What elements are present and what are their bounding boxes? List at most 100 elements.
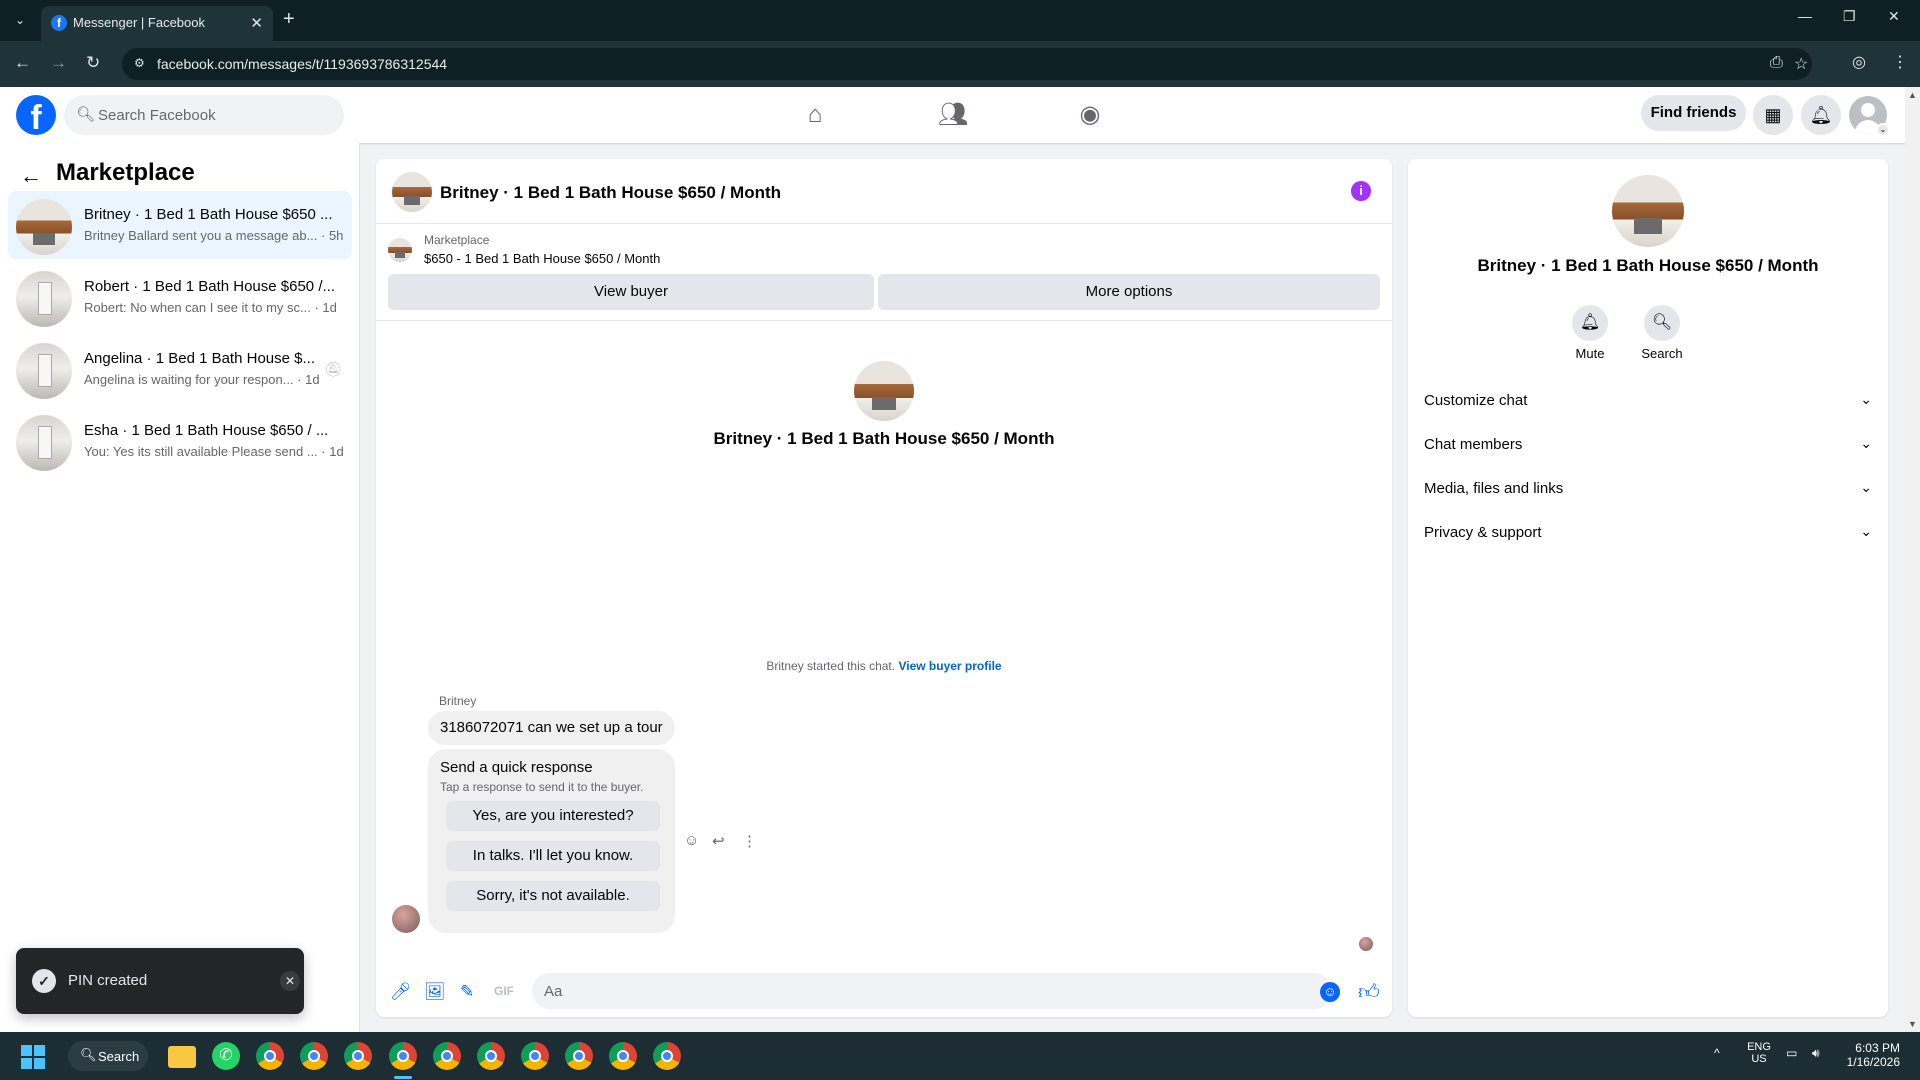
chrome-icon[interactable] <box>344 1042 372 1070</box>
volume-icon[interactable]: 🔊︎ <box>1812 1046 1820 1061</box>
chrome-icon[interactable] <box>477 1042 505 1070</box>
conversation-name: Britney · 1 Bed 1 Bath House $650 ... <box>84 206 333 223</box>
chat-title[interactable]: Britney · 1 Bed 1 Bath House $650 / Mont… <box>440 183 781 203</box>
conversation-item[interactable]: Angelina · 1 Bed 1 Bath House $... Angel… <box>8 335 352 403</box>
react-icon[interactable]: ☺ <box>684 832 699 849</box>
taskbar-search[interactable]: 🔍︎ Search <box>68 1041 148 1071</box>
quick-response-title: Send a quick response <box>440 759 593 776</box>
file-explorer-icon[interactable] <box>168 1046 196 1068</box>
whatsapp-icon[interactable]: ✆ <box>212 1042 240 1070</box>
browser-tab[interactable]: f Messenger | Facebook ✕ <box>41 6 273 41</box>
close-window-icon[interactable]: ✕ <box>1888 8 1900 25</box>
search-icon: 🔍︎ <box>80 1047 97 1062</box>
chrome-icon[interactable] <box>300 1042 328 1070</box>
thumbs-up-icon[interactable]: 👍︎ <box>1358 979 1380 1005</box>
conversation-item[interactable]: Robert · 1 Bed 1 Bath House $650 /... Ro… <box>8 263 352 331</box>
mute-action[interactable]: 🔔︎ Mute <box>1560 305 1620 361</box>
find-friends-button[interactable]: Find friends <box>1641 95 1746 131</box>
tab-list-icon[interactable]: ⌄ <box>8 8 32 32</box>
more-actions-icon[interactable]: ⋮ <box>742 832 757 850</box>
quick-response-option[interactable]: Yes, are you interested? <box>446 801 660 831</box>
menu-grid-icon[interactable]: ▦ <box>1753 95 1793 135</box>
gif-icon[interactable]: GIF <box>494 984 514 998</box>
info-icon[interactable]: i <box>1351 181 1371 201</box>
search-input[interactable] <box>98 95 328 135</box>
conversation-item[interactable]: Britney · 1 Bed 1 Bath House $650 ... Br… <box>8 191 352 259</box>
more-options-button[interactable]: More options <box>878 274 1380 310</box>
quick-response-card: Send a quick response Tap a response to … <box>428 749 675 933</box>
reload-icon[interactable]: ↻ <box>86 53 100 73</box>
listing-thumbnail[interactable] <box>388 238 412 262</box>
scroll-down-icon[interactable]: ▼ <box>1908 1019 1917 1029</box>
chrome-icon[interactable] <box>653 1042 681 1070</box>
back-icon[interactable]: ← <box>14 53 31 73</box>
facebook-header: f 🔍︎ ⌂ 👥︎ ◉ Find friends ▦ 🔔︎ ⌄ <box>0 87 1920 143</box>
profile-account-icon[interactable]: ◎ <box>1852 52 1866 72</box>
accordion-chat-members[interactable]: Chat members ⌄ <box>1424 427 1872 463</box>
search-label: Search <box>1641 346 1683 361</box>
windows-start-icon[interactable] <box>21 1045 45 1069</box>
chevron-down-icon: ⌄ <box>1860 435 1872 451</box>
install-app-icon[interactable]: ⎙ <box>1770 54 1783 72</box>
network-icon[interactable]: ▭ <box>1786 1046 1797 1060</box>
sticker-icon[interactable]: ✎ <box>460 982 474 1002</box>
search-action[interactable]: 🔍︎ Search <box>1632 305 1692 361</box>
quick-response-option[interactable]: In talks. I'll let you know. <box>446 841 660 871</box>
notifications-bell-icon[interactable]: 🔔︎ <box>1801 95 1841 135</box>
facebook-search[interactable]: 🔍︎ <box>64 95 344 135</box>
chrome-icon[interactable] <box>521 1042 549 1070</box>
listing-label: Marketplace <box>424 233 490 247</box>
conversation-item[interactable]: Esha · 1 Bed 1 Bath House $650 / ... You… <box>8 407 352 475</box>
browser-menu-icon[interactable]: ⋮ <box>1892 52 1908 72</box>
reply-icon[interactable]: ↩ <box>712 832 725 850</box>
conversation-name: Esha · 1 Bed 1 Bath House $650 / ... <box>84 422 329 439</box>
chrome-icon[interactable] <box>565 1042 593 1070</box>
url-text[interactable]: facebook.com/messages/t/1193693786312544 <box>157 56 447 72</box>
sender-avatar[interactable] <box>392 905 420 933</box>
emoji-icon[interactable]: ☺ <box>1320 982 1340 1002</box>
chat-avatar[interactable] <box>392 172 432 212</box>
accordion-customize-chat[interactable]: Customize chat ⌄ <box>1424 383 1872 419</box>
clock-time: 6:03 PM <box>1855 1041 1900 1055</box>
view-buyer-button[interactable]: View buyer <box>388 274 874 310</box>
home-icon[interactable]: ⌂ <box>795 97 835 133</box>
friends-icon[interactable]: 👥︎ <box>933 97 973 133</box>
close-tab-icon[interactable]: ✕ <box>250 14 263 32</box>
language-indicator[interactable]: ENG US <box>1744 1041 1774 1065</box>
groups-icon[interactable]: ◉ <box>1070 97 1110 133</box>
facebook-logo-icon[interactable]: f <box>16 95 56 135</box>
started-text: Britney started this chat. <box>766 659 896 673</box>
bookmark-star-icon[interactable]: ☆ <box>1794 54 1808 74</box>
back-arrow-icon[interactable]: ← <box>20 163 42 189</box>
scroll-up-icon[interactable]: ▲ <box>1908 90 1917 100</box>
tab-title: Messenger | Facebook <box>73 15 205 30</box>
forward-icon[interactable]: → <box>50 53 67 73</box>
chat-header: Britney · 1 Bed 1 Bath House $650 / Mont… <box>376 159 1392 224</box>
tray-overflow-chevron-icon[interactable]: ^ <box>1714 1046 1720 1060</box>
quick-response-option[interactable]: Sorry, it's not available. <box>446 881 660 911</box>
accordion-media-files-links[interactable]: Media, files and links ⌄ <box>1424 471 1872 507</box>
chrome-icon[interactable] <box>433 1042 461 1070</box>
chrome-icon[interactable] <box>609 1042 637 1070</box>
close-icon[interactable]: ✕ <box>280 971 300 991</box>
seen-receipt-avatar <box>1359 937 1373 951</box>
chrome-icon[interactable] <box>256 1042 284 1070</box>
message-bubble[interactable]: 3186072071 can we set up a tour <box>428 711 675 745</box>
region-code: US <box>1751 1053 1767 1065</box>
system-clock[interactable]: 6:03 PM 1/16/2026 <box>1840 1041 1900 1069</box>
new-tab-icon[interactable]: + <box>283 8 295 30</box>
page-scrollbar[interactable]: ▲ ▼ <box>1905 87 1920 1032</box>
minimize-icon[interactable]: — <box>1798 8 1812 24</box>
muted-bell-icon: 🔕︎ <box>324 361 342 377</box>
chrome-icon[interactable] <box>389 1042 417 1070</box>
message-input[interactable] <box>532 973 1332 1009</box>
microphone-icon[interactable]: 🎤︎ <box>390 982 412 1002</box>
view-buyer-profile-link[interactable]: View buyer profile <box>898 659 1001 673</box>
facebook-favicon-icon: f <box>51 15 67 31</box>
site-info-icon[interactable]: ⚙ <box>134 56 150 72</box>
restore-icon[interactable]: ❐ <box>1843 8 1856 25</box>
photo-icon[interactable]: 🖼︎ <box>424 982 446 1002</box>
address-bar[interactable]: ⚙ facebook.com/messages/t/11936937863125… <box>122 48 1812 80</box>
account-chevron-down-icon[interactable]: ⌄ <box>1876 123 1890 137</box>
accordion-privacy-support[interactable]: Privacy & support ⌄ <box>1424 515 1872 551</box>
